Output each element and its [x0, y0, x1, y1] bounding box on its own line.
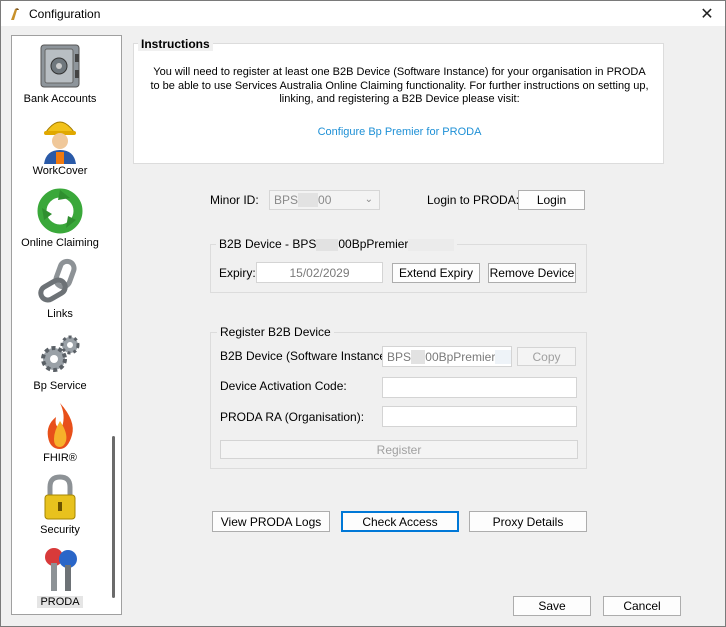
- copy-button[interactable]: Copy: [517, 347, 576, 366]
- sidebar-item-fhir[interactable]: FHIR®: [12, 399, 108, 469]
- remove-device-button[interactable]: Remove Device: [488, 263, 576, 283]
- cancel-button[interactable]: Cancel: [603, 596, 681, 616]
- configuration-window: Configuration ✕ Bank Accounts WorkCover …: [0, 0, 726, 627]
- instructions-group: Instructions You will need to register a…: [133, 37, 665, 164]
- sidebar-item-label: Bank Accounts: [23, 93, 97, 105]
- chevron-down-icon: ⌄: [364, 194, 373, 205]
- redacted-block: [408, 238, 455, 251]
- redacted-block: [495, 349, 511, 364]
- register-button[interactable]: Register: [220, 440, 578, 459]
- minor-id-prefix: BPS: [274, 193, 299, 207]
- activation-code-input[interactable]: [382, 377, 577, 398]
- worker-icon: [44, 121, 76, 164]
- login-button[interactable]: Login: [518, 190, 585, 210]
- redacted-block: [298, 193, 319, 207]
- check-access-button[interactable]: Check Access: [341, 511, 459, 532]
- b2b-device-title: B2B Device - BPS 00BpPremier: [216, 237, 458, 251]
- expiry-label: Expiry:: [219, 266, 256, 280]
- gears-icon: [41, 335, 80, 372]
- proda-ra-input[interactable]: [382, 406, 577, 427]
- minor-id-select[interactable]: BPS 00 ⌄: [269, 190, 380, 210]
- software-instance-label: B2B Device (Software Instance):: [220, 349, 394, 363]
- keys-icon: [45, 548, 77, 591]
- view-proda-logs-button[interactable]: View PRODA Logs: [212, 511, 330, 532]
- app-icon: [11, 7, 19, 20]
- sidebar-item-bank-accounts[interactable]: Bank Accounts: [12, 40, 108, 110]
- sidebar-item-security[interactable]: Security: [12, 471, 108, 541]
- close-icon: ✕: [700, 3, 714, 23]
- redacted-block: [316, 238, 339, 251]
- software-instance-prefix: BPS: [387, 349, 412, 364]
- sidebar-nav: Bank Accounts WorkCover Online Claiming: [11, 35, 122, 615]
- safe-icon: [40, 44, 80, 88]
- redacted-block: [411, 349, 426, 364]
- window-title: Configuration: [29, 6, 101, 21]
- sidebar-item-label: Online Claiming: [21, 237, 99, 249]
- padlock-icon: [44, 474, 76, 520]
- sidebar-item-label: Bp Service: [33, 380, 87, 392]
- sidebar-scrollbar[interactable]: [112, 436, 115, 598]
- configure-proda-link[interactable]: Configure Bp Premier for PRODA: [134, 126, 665, 138]
- proxy-details-button[interactable]: Proxy Details: [469, 511, 587, 532]
- chain-link-icon: [38, 258, 77, 303]
- flame-icon: [47, 403, 73, 449]
- instructions-title: Instructions: [138, 37, 213, 51]
- sidebar-item-label: FHIR®: [43, 452, 77, 464]
- software-instance-suffix: 00BpPremier: [425, 349, 496, 364]
- title-bar: Configuration ✕: [1, 1, 725, 26]
- instructions-text: You will need to register at least one B…: [150, 66, 649, 105]
- close-button[interactable]: ✕: [695, 3, 719, 23]
- b2b-device-title-suffix: 00BpPremier: [338, 237, 409, 251]
- proda-ra-label: PRODA RA (Organisation):: [220, 410, 365, 424]
- sidebar-item-label: PRODA: [37, 596, 83, 608]
- login-label: Login to PRODA:: [427, 193, 520, 207]
- minor-id-label: Minor ID:: [210, 193, 259, 207]
- sidebar-item-links[interactable]: Links: [12, 255, 108, 325]
- sidebar-item-workcover[interactable]: WorkCover: [12, 112, 108, 182]
- sidebar-item-proda[interactable]: PRODA: [12, 543, 108, 613]
- expiry-field: 15/02/2029: [256, 262, 383, 283]
- sidebar-item-label: Security: [40, 524, 80, 536]
- extend-expiry-button[interactable]: Extend Expiry: [392, 263, 480, 283]
- register-device-title: Register B2B Device: [217, 325, 334, 339]
- save-button[interactable]: Save: [513, 596, 591, 616]
- b2b-device-title-prefix: B2B Device - BPS: [219, 237, 317, 251]
- activation-code-label: Device Activation Code:: [220, 379, 347, 393]
- minor-id-suffix: 00: [318, 193, 332, 207]
- sidebar-item-label: WorkCover: [32, 165, 88, 177]
- sidebar-item-online-claiming[interactable]: Online Claiming: [12, 184, 108, 254]
- software-instance-field: BPS 00BpPremier: [382, 346, 512, 367]
- sidebar-item-bp-service[interactable]: Bp Service: [12, 327, 108, 397]
- recycle-arrows-icon: [37, 188, 83, 234]
- sidebar-item-label: Links: [47, 308, 73, 320]
